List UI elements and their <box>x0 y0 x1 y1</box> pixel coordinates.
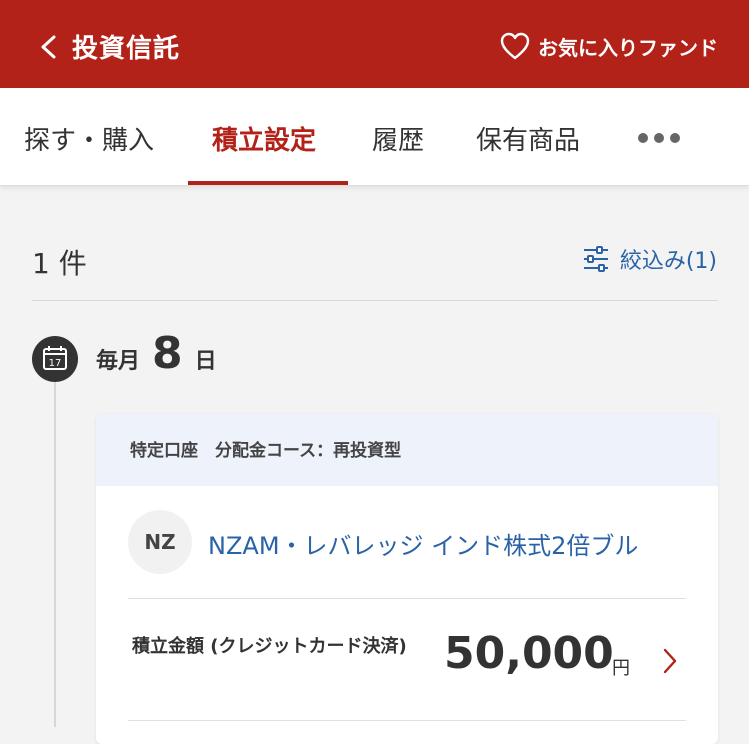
tab-history[interactable]: 履歴 <box>372 120 424 157</box>
amount-label: 積立金額 (クレジットカード決済) <box>132 636 407 657</box>
result-count: 1 件 <box>32 247 87 280</box>
schedule-date: 毎月 8 日 <box>96 328 217 379</box>
calendar-icon-text: 17 <box>49 358 62 369</box>
date-day: 8 <box>152 328 183 379</box>
timeline-line <box>54 382 56 727</box>
calendar-icon: 17 <box>32 336 78 382</box>
fund-avatar: NZ <box>128 510 192 574</box>
favorites-label: お気に入りファンド <box>538 35 718 60</box>
date-suffix: 日 <box>194 349 217 374</box>
chevron-right-icon[interactable] <box>662 648 678 674</box>
favorites-button[interactable]: お気に入りファンド <box>500 31 718 61</box>
amount-value: 50,000 <box>444 628 614 679</box>
account-info: 特定口座 分配金コース：再投資型 <box>96 414 718 486</box>
divider <box>128 598 686 599</box>
back-chevron-icon[interactable] <box>38 34 58 60</box>
tab-holdings[interactable]: 保有商品 <box>476 120 580 157</box>
fund-name-link[interactable]: NZAM・レバレッジ インド株式2倍ブル <box>208 526 638 561</box>
filter-button[interactable]: 絞込み(1) <box>582 242 717 276</box>
divider <box>128 720 686 721</box>
heart-icon <box>500 32 530 60</box>
tab-recurring-settings[interactable]: 積立設定 <box>212 120 316 157</box>
recurring-plan-card[interactable]: 特定口座 分配金コース：再投資型 NZ NZAM・レバレッジ インド株式2倍ブル… <box>96 414 718 744</box>
active-tab-indicator <box>188 181 348 185</box>
filter-sliders-icon <box>583 246 608 272</box>
divider <box>32 300 718 301</box>
amount-unit: 円 <box>612 658 630 679</box>
page-title: 投資信託 <box>72 34 181 64</box>
date-prefix: 毎月 <box>96 349 141 374</box>
more-icon[interactable] <box>638 133 680 143</box>
app-header: 投資信託 お気に入りファンド <box>0 0 749 88</box>
filter-label: 絞込み(1) <box>619 249 717 274</box>
tab-search-purchase[interactable]: 探す・購入 <box>24 120 154 157</box>
tab-bar: 探す・購入 積立設定 履歴 保有商品 <box>0 88 749 186</box>
